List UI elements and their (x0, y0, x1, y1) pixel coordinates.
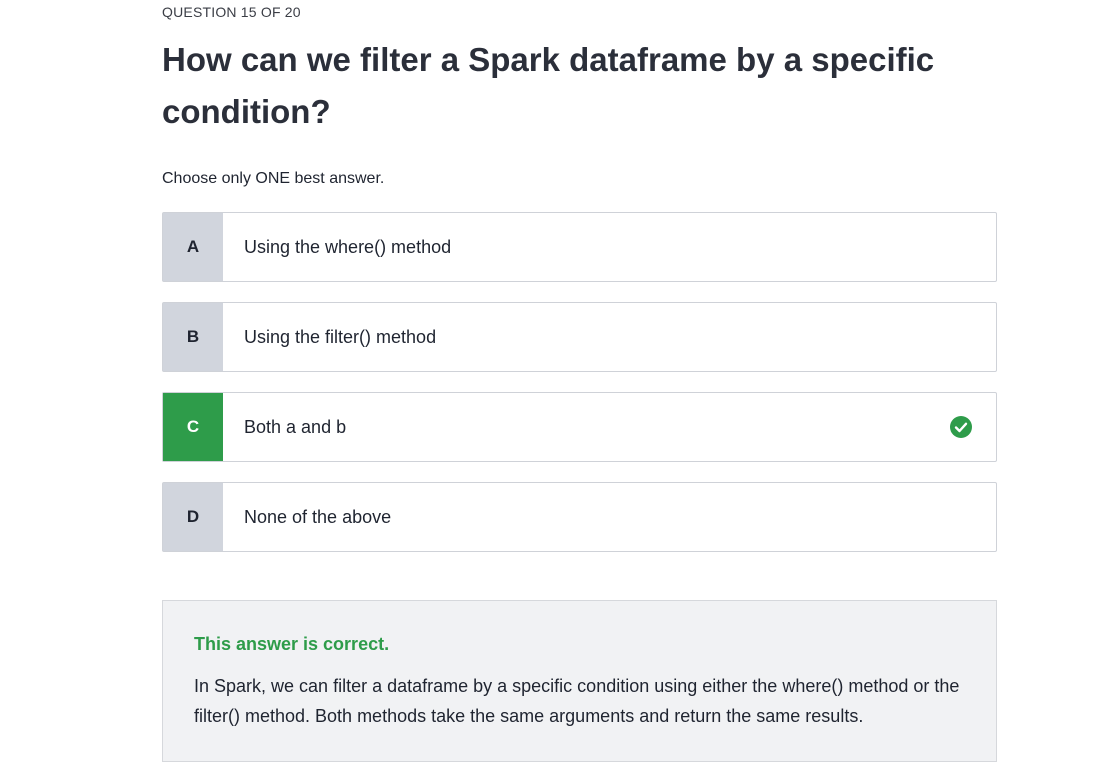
option-letter: A (163, 213, 223, 281)
option-letter: D (163, 483, 223, 551)
check-circle-icon (950, 416, 972, 438)
option-text: Both a and b (244, 416, 347, 437)
option-d[interactable]: D None of the above (162, 482, 997, 552)
question-title: How can we filter a Spark dataframe by a… (162, 41, 935, 130)
option-b[interactable]: B Using the filter() method (162, 302, 997, 372)
feedback-panel: This answer is correct. In Spark, we can… (162, 600, 997, 762)
option-c[interactable]: C Both a and b (162, 392, 997, 462)
option-text: Using the where() method (244, 236, 452, 257)
question-counter: QUESTION 15 OF 20 (162, 4, 301, 20)
option-a[interactable]: A Using the where() method (162, 212, 997, 282)
option-text: Using the filter() method (244, 326, 437, 347)
answer-options: A Using the where() method B Using the f… (162, 212, 997, 572)
quiz-page: QUESTION 15 OF 20 How can we filter a Sp… (0, 0, 1093, 776)
option-text: None of the above (244, 506, 392, 527)
feedback-title: This answer is correct. (194, 634, 390, 654)
answer-instruction: Choose only ONE best answer. (162, 170, 385, 187)
feedback-explanation: In Spark, we can filter a dataframe by a… (194, 676, 960, 726)
option-letter: B (163, 303, 223, 371)
option-letter: C (163, 393, 223, 461)
